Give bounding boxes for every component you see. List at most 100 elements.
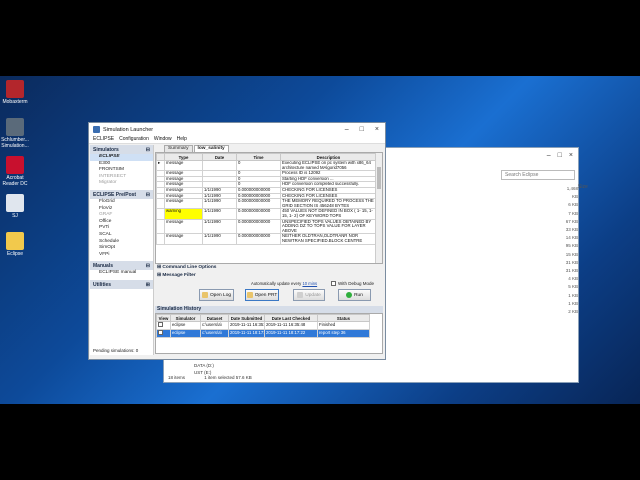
history-column-header[interactable]: View [156, 314, 171, 322]
explorer-status-bar: 18 items 1 item selected 57.6 KB [168, 375, 270, 380]
tab-summary[interactable]: Summary [164, 145, 193, 152]
desktop-icon[interactable]: SJ [0, 194, 30, 219]
table-row[interactable]: message 1/1/1990 0.000000000000 NEITHER OLD… [156, 233, 377, 245]
message-grid[interactable]: Type Date Time Description ▸ message 0 Executi… [155, 152, 383, 264]
expand-icon[interactable]: ⊞ [146, 282, 150, 288]
desktop-icon[interactable]: Acrobat Reader DC [0, 156, 30, 187]
update-button[interactable]: Update [293, 289, 325, 301]
run-button[interactable]: Run [338, 289, 371, 301]
column-header[interactable]: Date [202, 153, 237, 161]
nav-drive-item[interactable]: DATA (D:) [194, 362, 214, 369]
history-column-header[interactable]: Date Submitted [228, 314, 265, 322]
tab-low-salinity[interactable]: low_salinity [193, 145, 229, 152]
message-type-cell: message [164, 198, 203, 210]
history-column-header[interactable]: Date Last Checked [264, 314, 318, 322]
auto-update-interval-link[interactable]: 10 mins [302, 281, 317, 286]
view-cell[interactable] [156, 321, 171, 330]
table-row[interactable]: message 1/1/1990 0.000000000000 THE MEMORY … [156, 198, 377, 210]
collapse-icon[interactable]: ⊟ [146, 192, 150, 198]
folder-icon [201, 292, 208, 298]
desktop-icon[interactable]: Schlumber... Simulation... [0, 118, 30, 149]
file-size-cell: 6 KB [568, 202, 578, 208]
history-submitted-cell: 2019-11-11 16:35: [228, 321, 265, 330]
message-time-cell: 0.000000000000 [236, 233, 281, 245]
simulation-launcher-window[interactable]: Simulation Launcher – □ × ECLIPSE Configu… [88, 122, 386, 360]
menu-item[interactable]: Help [177, 136, 187, 143]
file-size-cell: 67 KB [565, 218, 578, 224]
menu-item[interactable]: ECLIPSE [93, 136, 114, 143]
launcher-title-bar[interactable]: Simulation Launcher – □ × [89, 123, 385, 136]
open-log-button[interactable]: Open Log [199, 289, 234, 301]
desktop-icon-label: Mobaxterm [2, 99, 28, 105]
item-count: 18 items [168, 375, 186, 380]
menu-item[interactable]: Configuration [119, 136, 149, 143]
close-icon[interactable]: × [375, 126, 379, 133]
sidebar-item[interactable]: FloGrid [90, 199, 153, 206]
history-column-header[interactable]: Status [317, 314, 370, 322]
row-indicator [156, 208, 165, 220]
size-column-header[interactable]: Size [578, 184, 588, 190]
column-header[interactable]: Type [164, 153, 203, 161]
scrollbar-thumb[interactable] [377, 167, 381, 189]
grid-scrollbar[interactable] [375, 153, 382, 263]
maximize-icon[interactable]: □ [360, 126, 364, 133]
sidebar-item[interactable]: Migrator [90, 180, 153, 187]
desktop-app-icon [6, 194, 24, 212]
view-checkbox[interactable] [158, 330, 163, 335]
message-type-cell: message [164, 159, 203, 172]
message-date-cell [202, 159, 237, 172]
view-cell[interactable] [156, 329, 171, 338]
simulators-header[interactable]: Simulators ⊟ [90, 145, 153, 154]
history-row[interactable]: eclipse c:\users\a\ 2019-11-11 16:35: 2019-… [156, 321, 370, 330]
message-date-cell: 1/1/1990 [202, 233, 237, 245]
minimize-icon[interactable]: – [345, 126, 349, 133]
explorer-search-input[interactable]: Search Eclipse [501, 170, 575, 180]
manuals-header[interactable]: Manuals ⊟ [90, 261, 153, 271]
file-size-cell: 4 KB [568, 276, 578, 282]
debug-mode-checkbox[interactable]: With Debug Mode [331, 281, 374, 286]
history-checked-cell: 2019-11-11 16:35:48 [264, 321, 318, 330]
utilities-header[interactable]: Utilities ⊞ [90, 279, 153, 289]
prepost-header[interactable]: ECLIPSE Pre/Post ⊟ [90, 189, 153, 199]
message-filter-toggle[interactable]: ⊞ Message Filter [155, 273, 383, 280]
collapse-icon[interactable]: ⊟ [146, 147, 150, 153]
message-time-cell: 0.000000000000 [236, 218, 281, 235]
sidebar-item[interactable]: VFPi [90, 252, 153, 259]
pending-simulations: Pending simulations: 0 [93, 348, 139, 353]
sidebar-item[interactable]: SCAL [90, 232, 153, 239]
column-header[interactable]: Description [280, 153, 377, 161]
view-checkbox[interactable] [158, 322, 163, 327]
file-size-cell: 1 KB [568, 300, 578, 306]
table-row[interactable]: message 1/1/1990 0.000000000000 UNSPECIFIED… [156, 218, 377, 235]
collapse-icon[interactable]: ⊟ [146, 263, 150, 269]
minimize-icon[interactable]: – [547, 152, 551, 159]
sidebar-item[interactable]: PVTi [90, 225, 153, 232]
row-indicator-header [156, 153, 165, 161]
sidebar-item[interactable]: FRONTSIM [90, 167, 153, 174]
table-row[interactable]: warning 1/1/1990 0.000000000000 450 VALUES … [156, 208, 377, 220]
sidebar-item[interactable]: ECLIPSE [90, 154, 153, 161]
maximize-icon[interactable]: □ [558, 152, 562, 159]
column-header[interactable]: Time [236, 153, 281, 161]
message-description-cell: 450 VALUES NOT DEFINED IN BOX ( 1- 15, 1… [280, 208, 377, 220]
desktop-icon-label: Schlumber... Simulation... [1, 137, 29, 149]
sidebar-item[interactable]: ECLIPSE manual [90, 270, 153, 277]
checkbox[interactable] [331, 281, 336, 286]
desktop-icon[interactable]: Eclipse [0, 232, 30, 257]
history-column-header[interactable]: Simulator [170, 314, 201, 322]
desktop-app-icon [6, 156, 24, 174]
message-description-cell: NEITHER OLDTRAN,OLDTRANR NOR NEWTRAN SPE… [280, 233, 377, 245]
menu-item[interactable]: Window [154, 136, 172, 143]
open-prt-button[interactable]: Open PRT [245, 289, 279, 301]
history-row[interactable]: eclipse c:\users\a\ 2019-11-11 18:17: 2019-… [156, 329, 370, 338]
desktop-icon[interactable]: Mobaxterm [0, 80, 30, 105]
history-status-cell: Finished [317, 321, 370, 330]
table-row[interactable]: ▸ message 0 Executing ECLIPSE on pc system … [156, 159, 377, 172]
simulation-history-header[interactable]: Simulation History [155, 306, 383, 313]
simulation-history-grid[interactable]: View Simulator Dataset Date Submitted Date L… [155, 313, 383, 354]
close-icon[interactable]: × [569, 152, 573, 159]
history-column-header[interactable]: Dataset [200, 314, 229, 322]
command-line-options-toggle[interactable]: ⊞ Command Line Options [155, 265, 383, 272]
sidebar-item[interactable]: GRAF [90, 212, 153, 219]
sidebar-item[interactable]: SimOpt [90, 245, 153, 252]
